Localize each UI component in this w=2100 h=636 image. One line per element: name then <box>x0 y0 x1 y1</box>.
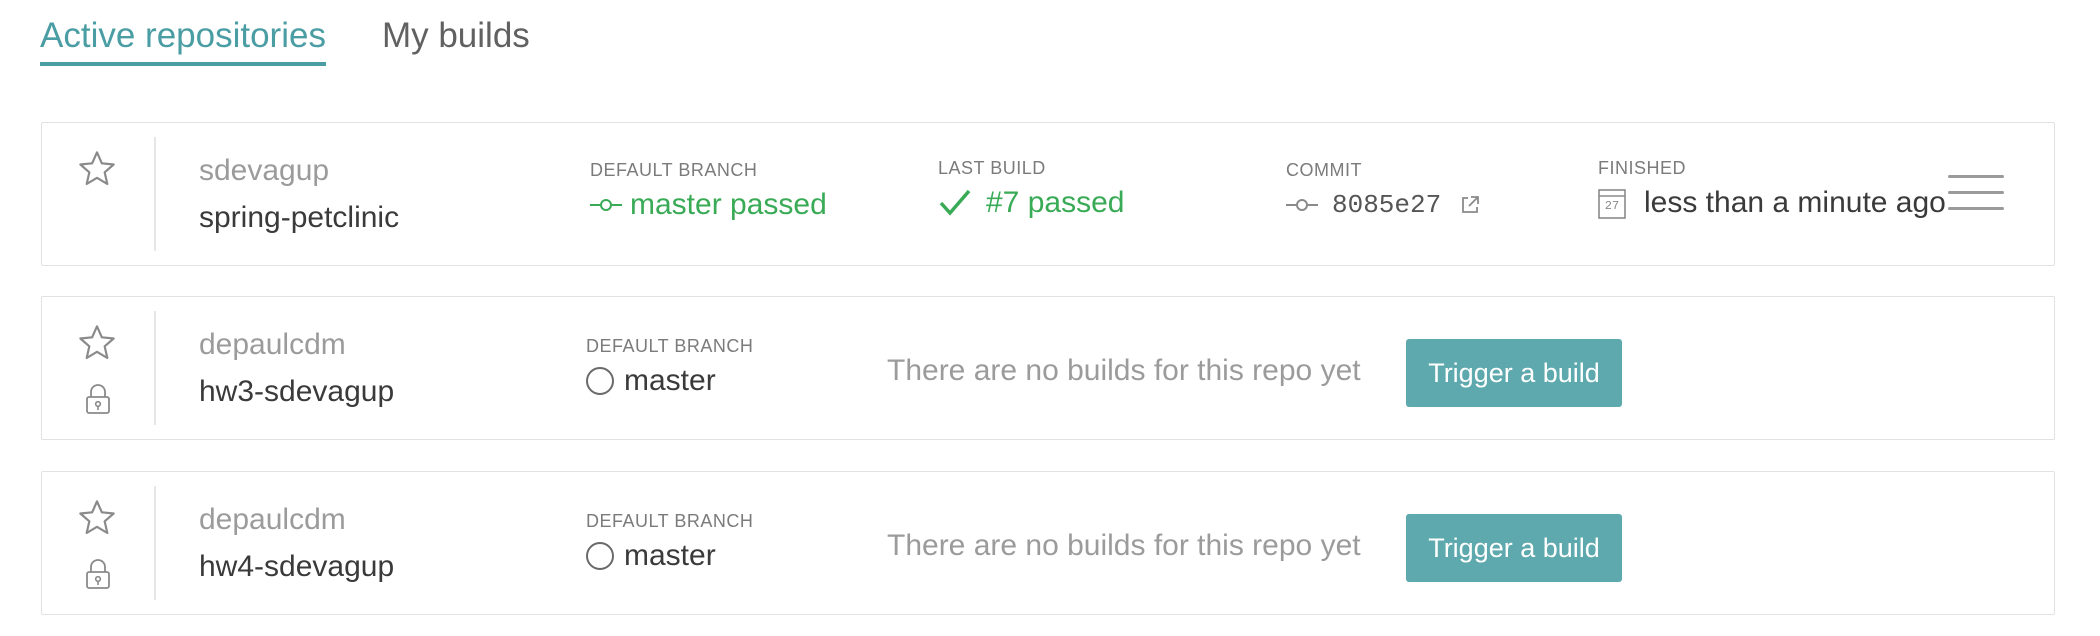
last-build-text: #7 passed <box>986 186 1125 219</box>
repo-name-link[interactable]: hw3-sdevagup <box>199 373 394 411</box>
default-branch-label: DEFAULT BRANCH <box>590 160 758 180</box>
branch-status-circle-icon <box>586 542 614 570</box>
default-branch-text: master passed <box>630 188 827 221</box>
default-branch-status[interactable]: master passed <box>590 185 827 225</box>
repo-icon-column <box>42 311 156 425</box>
default-branch-status[interactable]: master <box>586 361 753 401</box>
external-link-icon[interactable] <box>1459 194 1481 216</box>
last-build-column: LAST BUILD #7 passed <box>938 157 1124 223</box>
last-build-status[interactable]: #7 passed <box>938 183 1124 223</box>
tab-my-builds[interactable]: My builds <box>382 0 530 62</box>
repo-card: depaulcdm hw4-sdevagup DEFAULT BRANCH ma… <box>41 471 2055 615</box>
default-branch-column: DEFAULT BRANCH master <box>586 335 753 401</box>
default-branch-label: DEFAULT BRANCH <box>586 336 754 356</box>
trigger-build-button[interactable]: Trigger a build <box>1406 514 1622 582</box>
commit-column: COMMIT 8085e27 <box>1286 159 1481 225</box>
lock-icon <box>86 559 110 589</box>
repo-name-block: depaulcdm hw4-sdevagup <box>199 502 394 586</box>
repo-card: depaulcdm hw3-sdevagup DEFAULT BRANCH ma… <box>41 296 2055 440</box>
no-builds-message: There are no builds for this repo yet <box>887 529 1361 562</box>
no-builds-message: There are no builds for this repo yet <box>887 354 1361 387</box>
repo-icon-column <box>42 137 156 251</box>
lock-icon <box>86 384 110 414</box>
repo-icon-column <box>42 486 156 600</box>
default-branch-label: DEFAULT BRANCH <box>586 511 754 531</box>
commit-label: COMMIT <box>1286 160 1362 180</box>
check-icon <box>939 189 971 216</box>
star-icon[interactable] <box>76 149 118 189</box>
default-branch-text: master <box>624 364 716 397</box>
repo-name-link[interactable]: spring-petclinic <box>199 199 399 237</box>
default-branch-status[interactable]: master <box>586 536 753 576</box>
repo-owner-link[interactable]: sdevagup <box>199 153 399 189</box>
default-branch-text: master <box>624 539 716 572</box>
default-branch-column: DEFAULT BRANCH master <box>586 510 753 576</box>
repo-name-link[interactable]: hw4-sdevagup <box>199 548 394 586</box>
commit-icon <box>590 199 622 211</box>
finished-label: FINISHED <box>1598 158 1687 178</box>
finished-text: less than a minute ago <box>1644 186 1946 219</box>
last-build-label: LAST BUILD <box>938 158 1046 178</box>
repo-card: sdevagup spring-petclinic DEFAULT BRANCH… <box>41 122 2055 266</box>
finished-column: FINISHED 27 less than a minute ago <box>1598 157 1946 223</box>
repo-owner-link[interactable]: depaulcdm <box>199 327 394 363</box>
commit-value[interactable]: 8085e27 <box>1286 185 1481 225</box>
repo-name-block: sdevagup spring-petclinic <box>199 153 399 237</box>
finished-value: 27 less than a minute ago <box>1598 183 1946 223</box>
repo-name-block: depaulcdm hw3-sdevagup <box>199 327 394 411</box>
tab-active-repositories[interactable]: Active repositories <box>40 0 326 66</box>
commit-sha: 8085e27 <box>1332 190 1442 220</box>
trigger-build-button[interactable]: Trigger a build <box>1406 339 1622 407</box>
repository-tabs: Active repositories My builds <box>40 0 586 68</box>
branch-status-circle-icon <box>586 367 614 395</box>
star-icon[interactable] <box>76 323 118 363</box>
commit-icon <box>1286 199 1318 211</box>
default-branch-column: DEFAULT BRANCH master passed <box>590 159 827 225</box>
calendar-icon: 27 <box>1598 187 1626 219</box>
repo-owner-link[interactable]: depaulcdm <box>199 502 394 538</box>
calendar-day: 27 <box>1604 199 1620 213</box>
hamburger-menu-icon[interactable] <box>1948 175 2004 211</box>
star-icon[interactable] <box>76 498 118 538</box>
